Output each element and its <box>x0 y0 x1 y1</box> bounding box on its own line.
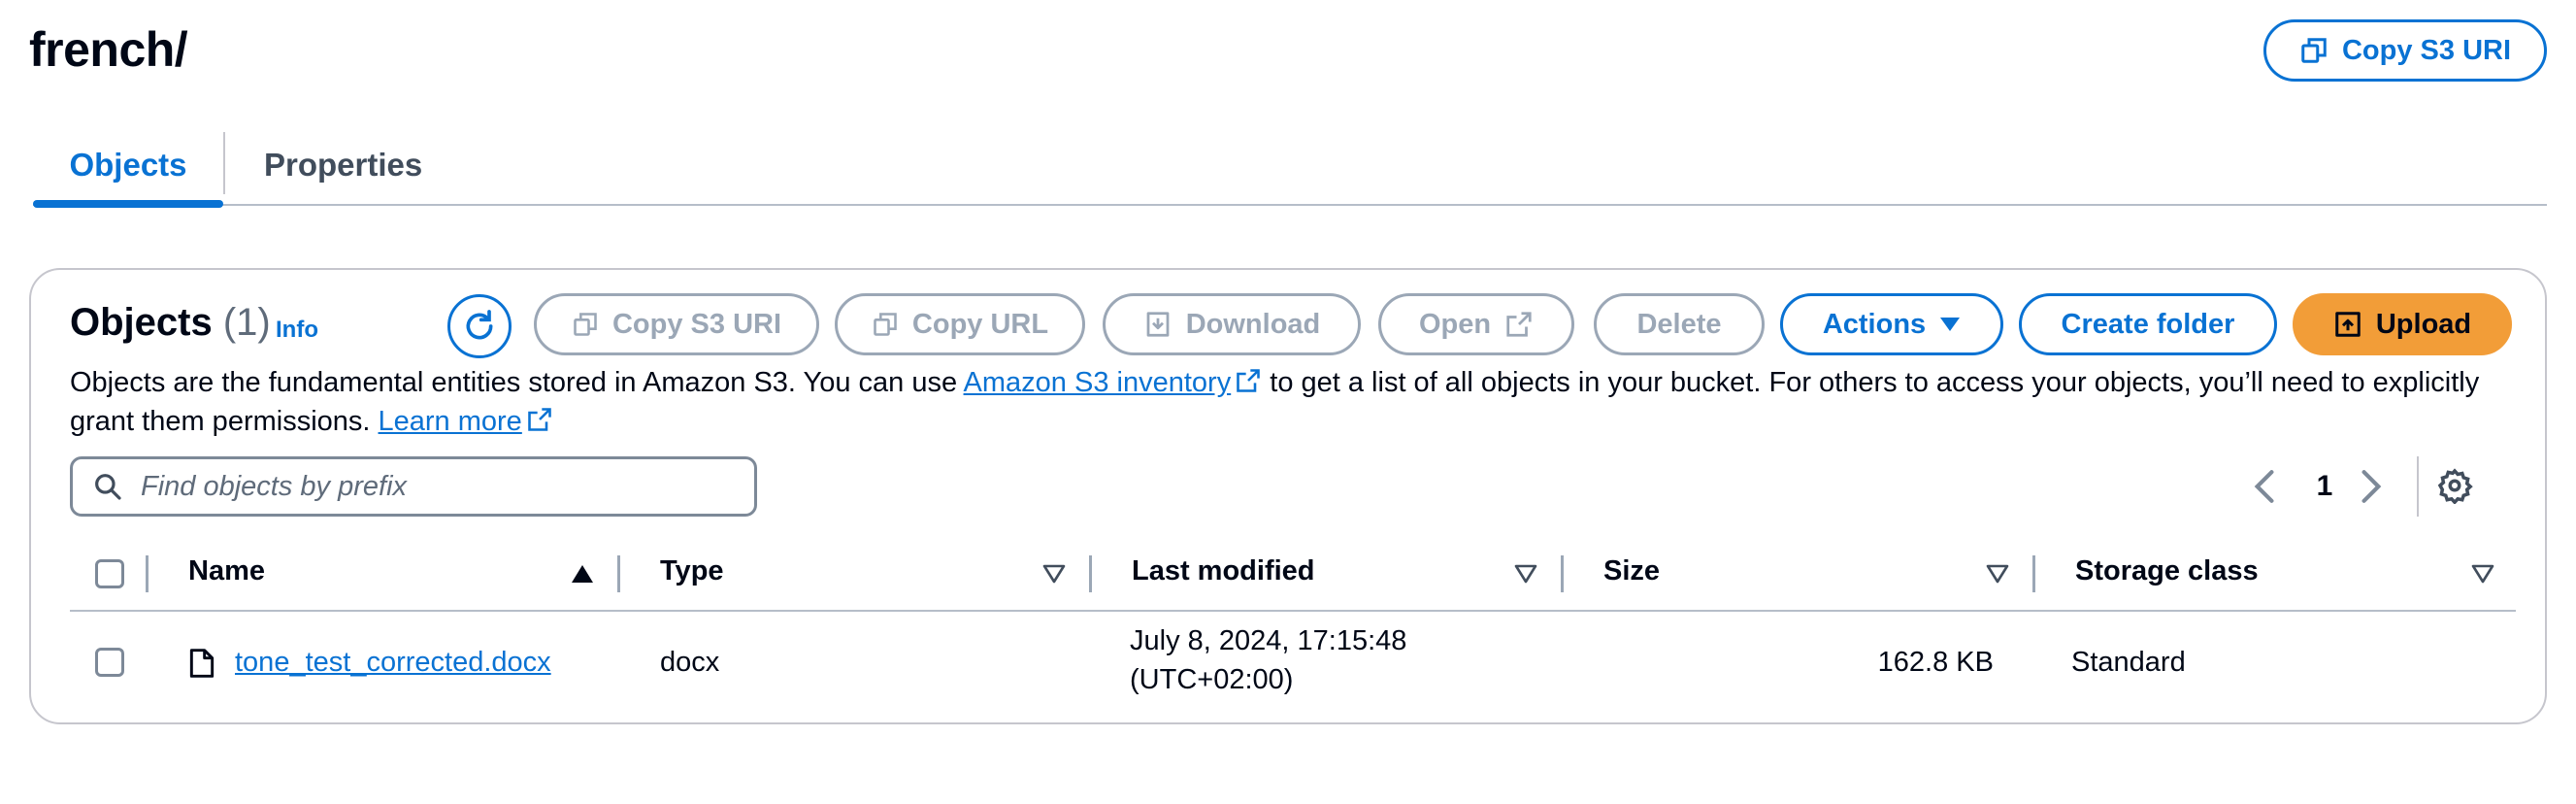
amazon-s3-inventory-link[interactable]: Amazon S3 inventory <box>964 367 1263 398</box>
sort-icon[interactable] <box>2471 563 2494 585</box>
upload-icon <box>2335 312 2361 337</box>
sort-icon[interactable] <box>1042 563 1066 585</box>
column-divider[interactable] <box>1561 555 1564 592</box>
column-header-name[interactable]: Name <box>188 555 265 587</box>
object-last-modified-date: July 8, 2024, 17:15:48 <box>1130 625 1407 656</box>
caret-down-icon <box>1940 318 1961 331</box>
object-size: 162.8 KB <box>1877 647 1994 678</box>
tab-properties[interactable]: Properties <box>264 124 422 206</box>
copy-s3-uri-toolbar-label: Copy S3 URI <box>611 308 782 340</box>
column-divider <box>146 555 149 592</box>
download-button[interactable]: Download <box>1103 293 1361 355</box>
external-link-icon <box>1506 312 1532 337</box>
select-all-checkbox[interactable] <box>95 559 124 588</box>
refresh-button[interactable] <box>447 294 512 358</box>
chevron-left-icon[interactable] <box>2252 468 2277 505</box>
row-checkbox[interactable] <box>95 648 124 677</box>
pagination-current-page[interactable]: 1 <box>2310 470 2339 503</box>
create-folder-button[interactable]: Create folder <box>2019 293 2277 355</box>
download-icon <box>1146 312 1170 337</box>
copy-icon <box>2301 38 2327 63</box>
amazon-s3-inventory-link-label: Amazon S3 inventory <box>963 367 1232 398</box>
column-divider[interactable] <box>2032 555 2035 592</box>
file-icon <box>189 649 215 678</box>
find-objects-input[interactable] <box>139 469 721 504</box>
actions-label: Actions <box>1822 308 1927 340</box>
external-link-icon <box>528 408 551 431</box>
sort-ascending-icon[interactable] <box>571 563 594 585</box>
refresh-icon <box>466 310 493 340</box>
tab-objects[interactable]: Objects <box>33 124 223 208</box>
delete-button[interactable]: Delete <box>1594 293 1765 355</box>
tabs: Objects Properties <box>33 124 2547 208</box>
settings-icon[interactable] <box>2436 467 2473 504</box>
sort-icon[interactable] <box>1514 563 1537 585</box>
object-last-modified-timezone: (UTC+02:00) <box>1130 664 1294 695</box>
chevron-right-icon[interactable] <box>2359 468 2384 505</box>
page-title: french/ <box>29 22 188 77</box>
copy-url-button[interactable]: Copy URL <box>835 293 1085 355</box>
open-button[interactable]: Open <box>1378 293 1574 355</box>
objects-description: Objects are the fundamental entities sto… <box>70 363 2516 441</box>
s3-folder-page: french/ Copy S3 URI Objects Properties O… <box>0 0 2576 804</box>
objects-heading-label: Objects <box>70 301 213 344</box>
actions-dropdown-button[interactable]: Actions <box>1780 293 2003 355</box>
delete-label: Delete <box>1636 308 1722 340</box>
column-header-last-modified[interactable]: Last modified <box>1132 555 1315 587</box>
info-link[interactable]: Info <box>276 317 318 344</box>
copy-url-label: Copy URL <box>911 308 1049 340</box>
object-type: docx <box>660 647 720 678</box>
pagination-divider <box>2417 456 2419 517</box>
sort-icon[interactable] <box>1986 563 2009 585</box>
column-header-size[interactable]: Size <box>1603 555 1660 587</box>
create-folder-label: Create folder <box>2061 308 2235 340</box>
search-box <box>70 456 757 517</box>
upload-label: Upload <box>2375 308 2472 340</box>
learn-more-link[interactable]: Learn more <box>379 406 553 437</box>
column-header-storage-class[interactable]: Storage class <box>2075 555 2259 587</box>
copy-s3-uri-button[interactable]: Copy S3 URI <box>2263 19 2547 82</box>
column-divider[interactable] <box>1089 555 1092 592</box>
copy-icon <box>874 313 897 336</box>
objects-count: (1) <box>222 301 271 344</box>
description-text-1: Objects are the fundamental entities sto… <box>70 367 964 398</box>
search-icon <box>95 474 121 500</box>
external-link-icon <box>1237 369 1260 392</box>
copy-s3-uri-label: Copy S3 URI <box>2341 34 2512 66</box>
tab-divider <box>223 132 225 194</box>
table-header-divider <box>70 610 2516 612</box>
objects-heading: Objects (1) <box>70 301 271 345</box>
copy-s3-uri-toolbar-button[interactable]: Copy S3 URI <box>534 293 819 355</box>
object-storage-class: Standard <box>2071 647 2186 678</box>
column-header-type[interactable]: Type <box>660 555 724 587</box>
object-name-link[interactable]: tone_test_corrected.docx <box>235 647 551 679</box>
open-label: Open <box>1418 308 1492 340</box>
copy-icon <box>574 313 597 336</box>
learn-more-link-label: Learn more <box>378 406 522 437</box>
column-divider[interactable] <box>617 555 620 592</box>
upload-button[interactable]: Upload <box>2293 293 2512 355</box>
download-label: Download <box>1185 308 1321 340</box>
